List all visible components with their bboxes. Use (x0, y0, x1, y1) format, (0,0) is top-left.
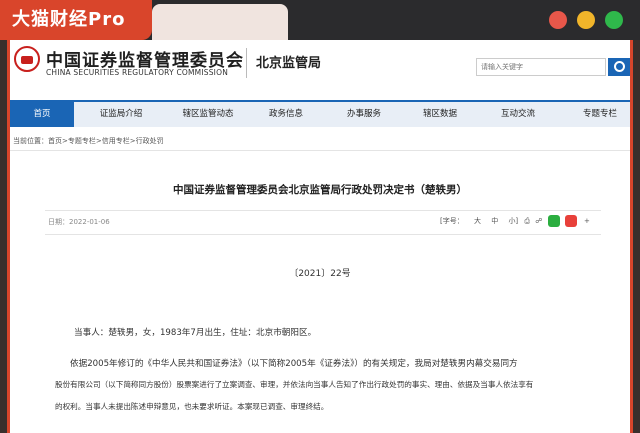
share-icon[interactable]: ☍ (535, 217, 542, 225)
font-size-label: [字号： (440, 217, 464, 225)
article-tools: [字号： 大 中 小] ⎙ ☍ + (440, 215, 590, 229)
nav-interaction[interactable]: 互动交流 (488, 102, 548, 127)
weibo-icon[interactable] (564, 215, 577, 227)
close-dot-icon[interactable] (549, 11, 567, 29)
nav-home[interactable]: 首页 (10, 102, 74, 127)
wechat-icon[interactable] (547, 215, 560, 227)
brand-badge: 大猫财经Pro (0, 0, 152, 40)
nav-data[interactable]: 辖区数据 (410, 102, 470, 127)
paragraph-party: 当事人：楚轶男，女，1983年7月出生，住址：北京市朝阳区。 (74, 328, 317, 338)
overlay-topbar: 大猫财经Pro (0, 0, 640, 40)
nav-about[interactable]: 证监局介绍 (86, 102, 156, 127)
nav-services[interactable]: 办事服务 (334, 102, 394, 127)
minimize-dot-icon[interactable] (577, 11, 595, 29)
main-nav: 首页 证监局介绍 辖区监管动态 政务信息 办事服务 辖区数据 互动交流 专题专栏 (10, 100, 630, 127)
search-icon[interactable] (608, 58, 630, 76)
nav-regulatory-news[interactable]: 辖区监管动态 (170, 102, 246, 127)
csrc-emblem-icon (14, 46, 40, 72)
divider (45, 234, 601, 235)
paragraph-body-line1: 依据2005年修订的《中华人民共和国证券法》（以下简称2005年《证券法》）的有… (70, 359, 518, 369)
nav-government-info[interactable]: 政务信息 (256, 102, 316, 127)
print-icon[interactable]: ⎙ (524, 217, 530, 226)
article-date: 日期：2022-01-06 (48, 218, 110, 226)
divider (10, 150, 630, 151)
maximize-dot-icon[interactable] (605, 11, 623, 29)
font-small-button[interactable]: 小] (508, 216, 518, 226)
article-title: 中国证券监督管理委员会北京监管局行政处罚决定书（楚轶男） (173, 184, 467, 196)
site-header: 中国证券监督管理委员会 CHINA SECURITIES REGULATORY … (10, 40, 630, 100)
browser-screen: 中国证券监督管理委员会 CHINA SECURITIES REGULATORY … (7, 40, 633, 433)
paragraph-body-line2: 股份有限公司（以下简称同方股份）股票案进行了立案调查、审理，并依法向当事人告知了… (55, 380, 534, 389)
breadcrumb: 当前位置：首页>专题专栏>信用专栏>行政处罚 (13, 137, 164, 145)
paragraph-body-line3: 的权利。当事人未提出陈述申辩意见，也未要求听证。本案现已调查、审理终结。 (55, 402, 329, 411)
logo-english: CHINA SECURITIES REGULATORY COMMISSION (46, 68, 229, 77)
logo-divider (246, 48, 247, 78)
search-input[interactable] (476, 58, 606, 76)
bureau-name: 北京监管局 (256, 56, 322, 71)
divider (45, 210, 601, 211)
nav-topics[interactable]: 专题专栏 (570, 102, 630, 127)
font-large-button[interactable]: 大 (474, 216, 481, 226)
app-frame: 大猫财经Pro 中国证券监督管理委员会 CHINA SECURITIES REG… (0, 0, 640, 433)
brand-tab (152, 4, 288, 40)
font-medium-button[interactable]: 中 (491, 216, 498, 226)
document-number: 〔2021〕22号 (289, 269, 351, 279)
more-share-button[interactable]: + (584, 217, 590, 225)
